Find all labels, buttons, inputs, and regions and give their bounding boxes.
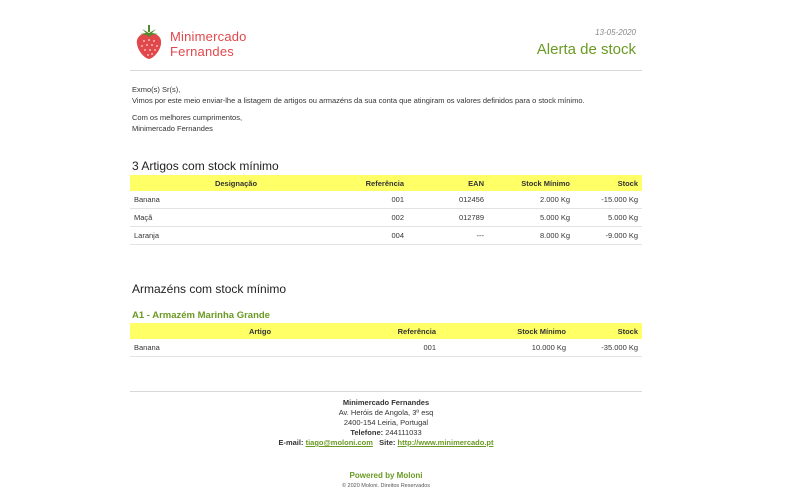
cell-min-stock: 5.000 Kg (488, 208, 574, 227)
footer-site-label: Site: (379, 438, 396, 447)
strawberry-icon (136, 25, 162, 59)
cell-reference: 002 (342, 208, 408, 227)
footer: Minimercado Fernandes Av. Heróis de Ango… (130, 398, 642, 448)
table-row: Banana 001 10.000 Kg -35.000 Kg (130, 339, 642, 357)
brand-line-2: Fernandes (170, 44, 234, 59)
footer-divider (130, 391, 642, 392)
cell-reference: 004 (342, 226, 408, 245)
cell-stock: -9.000 Kg (574, 226, 642, 245)
table-row: Banana 001 012456 2.000 Kg -15.000 Kg (130, 191, 642, 209)
warehouse-header-row: Artigo Referência Stock Mínimo Stock (130, 323, 642, 339)
col-ean: EAN (408, 175, 488, 191)
copyright: © 2020 Moloni. Direitos Reservados (341, 483, 431, 489)
col-min-stock: Stock Mínimo (440, 323, 570, 339)
col-stock: Stock (574, 175, 642, 191)
table-row: Laranja 004 --- 8.000 Kg -9.000 Kg (130, 226, 642, 245)
brand-line-1: Minimercado (170, 29, 247, 44)
articles-table: Designação Referência EAN Stock Mínimo S… (130, 175, 642, 245)
cell-stock: -35.000 Kg (570, 339, 642, 357)
col-reference: Referência (342, 175, 408, 191)
warehouses-section-title: Armazéns com stock mínimo (132, 282, 287, 296)
cell-min-stock: 10.000 Kg (440, 339, 570, 357)
cell-designation: Banana (130, 191, 342, 209)
articles-header-row: Designação Referência EAN Stock Mínimo S… (130, 175, 642, 191)
cell-min-stock: 8.000 Kg (488, 226, 574, 245)
alert-title: Alerta de stock (536, 41, 636, 58)
cell-reference: 001 (342, 191, 408, 209)
footer-company: Minimercado Fernandes (342, 398, 430, 407)
col-article: Artigo (130, 323, 390, 339)
cell-article: Banana (130, 339, 390, 357)
footer-contact-line: E-mail: tiago@moloni.com Site: http://ww… (130, 438, 642, 448)
footer-email-label: E-mail: (278, 438, 304, 447)
brand-name: Minimercado Fernandes (170, 29, 247, 59)
cell-reference: 001 (390, 339, 440, 357)
col-stock: Stock (570, 323, 642, 339)
email-page: Minimercado Fernandes 13-05-2020 Alerta … (130, 0, 642, 489)
cell-designation: Maçã (130, 208, 342, 227)
cell-ean: 012789 (408, 208, 488, 227)
intro-closing: Com os melhores cumprimentos, (132, 113, 243, 122)
intro-greeting: Exmo(s) Sr(s), (132, 85, 181, 94)
warehouse-name: A1 - Armazém Marinha Grande (132, 310, 270, 321)
footer-email-link[interactable]: tiago@moloni.com (306, 438, 373, 447)
cell-ean: --- (408, 226, 488, 245)
alert-date: 13-05-2020 (595, 28, 636, 37)
footer-address-1: Av. Heróis de Angola, 3º esq (338, 408, 434, 417)
intro-body: Vimos por este meio enviar-lhe a listage… (132, 96, 585, 105)
powered-by[interactable]: Powered by Moloni (130, 471, 642, 480)
articles-section-title: 3 Artigos com stock mínimo (132, 159, 279, 173)
cell-min-stock: 2.000 Kg (488, 191, 574, 209)
intro-signature: Minimercado Fernandes (132, 124, 213, 133)
footer-site-link[interactable]: http://www.minimercado.pt (398, 438, 494, 447)
footer-phone: 244111033 (385, 428, 422, 437)
footer-phone-label: Telefone: (350, 428, 384, 437)
col-designation: Designação (130, 175, 342, 191)
intro-text: Exmo(s) Sr(s), Vimos por este meio envia… (132, 84, 642, 140)
footer-phone-line: Telefone: 244111033 (130, 428, 642, 438)
col-min-stock: Stock Mínimo (488, 175, 574, 191)
footer-address-2: 2400-154 Leiria, Portugal (343, 418, 429, 427)
table-row: Maçã 002 012789 5.000 Kg 5.000 Kg (130, 208, 642, 227)
cell-stock: 5.000 Kg (574, 208, 642, 227)
warehouse-table: Artigo Referência Stock Mínimo Stock Ban… (130, 323, 642, 357)
cell-stock: -15.000 Kg (574, 191, 642, 209)
col-reference: Referência (390, 323, 440, 339)
cell-designation: Laranja (130, 226, 342, 245)
cell-ean: 012456 (408, 191, 488, 209)
email-header: Minimercado Fernandes 13-05-2020 Alerta … (130, 0, 642, 71)
